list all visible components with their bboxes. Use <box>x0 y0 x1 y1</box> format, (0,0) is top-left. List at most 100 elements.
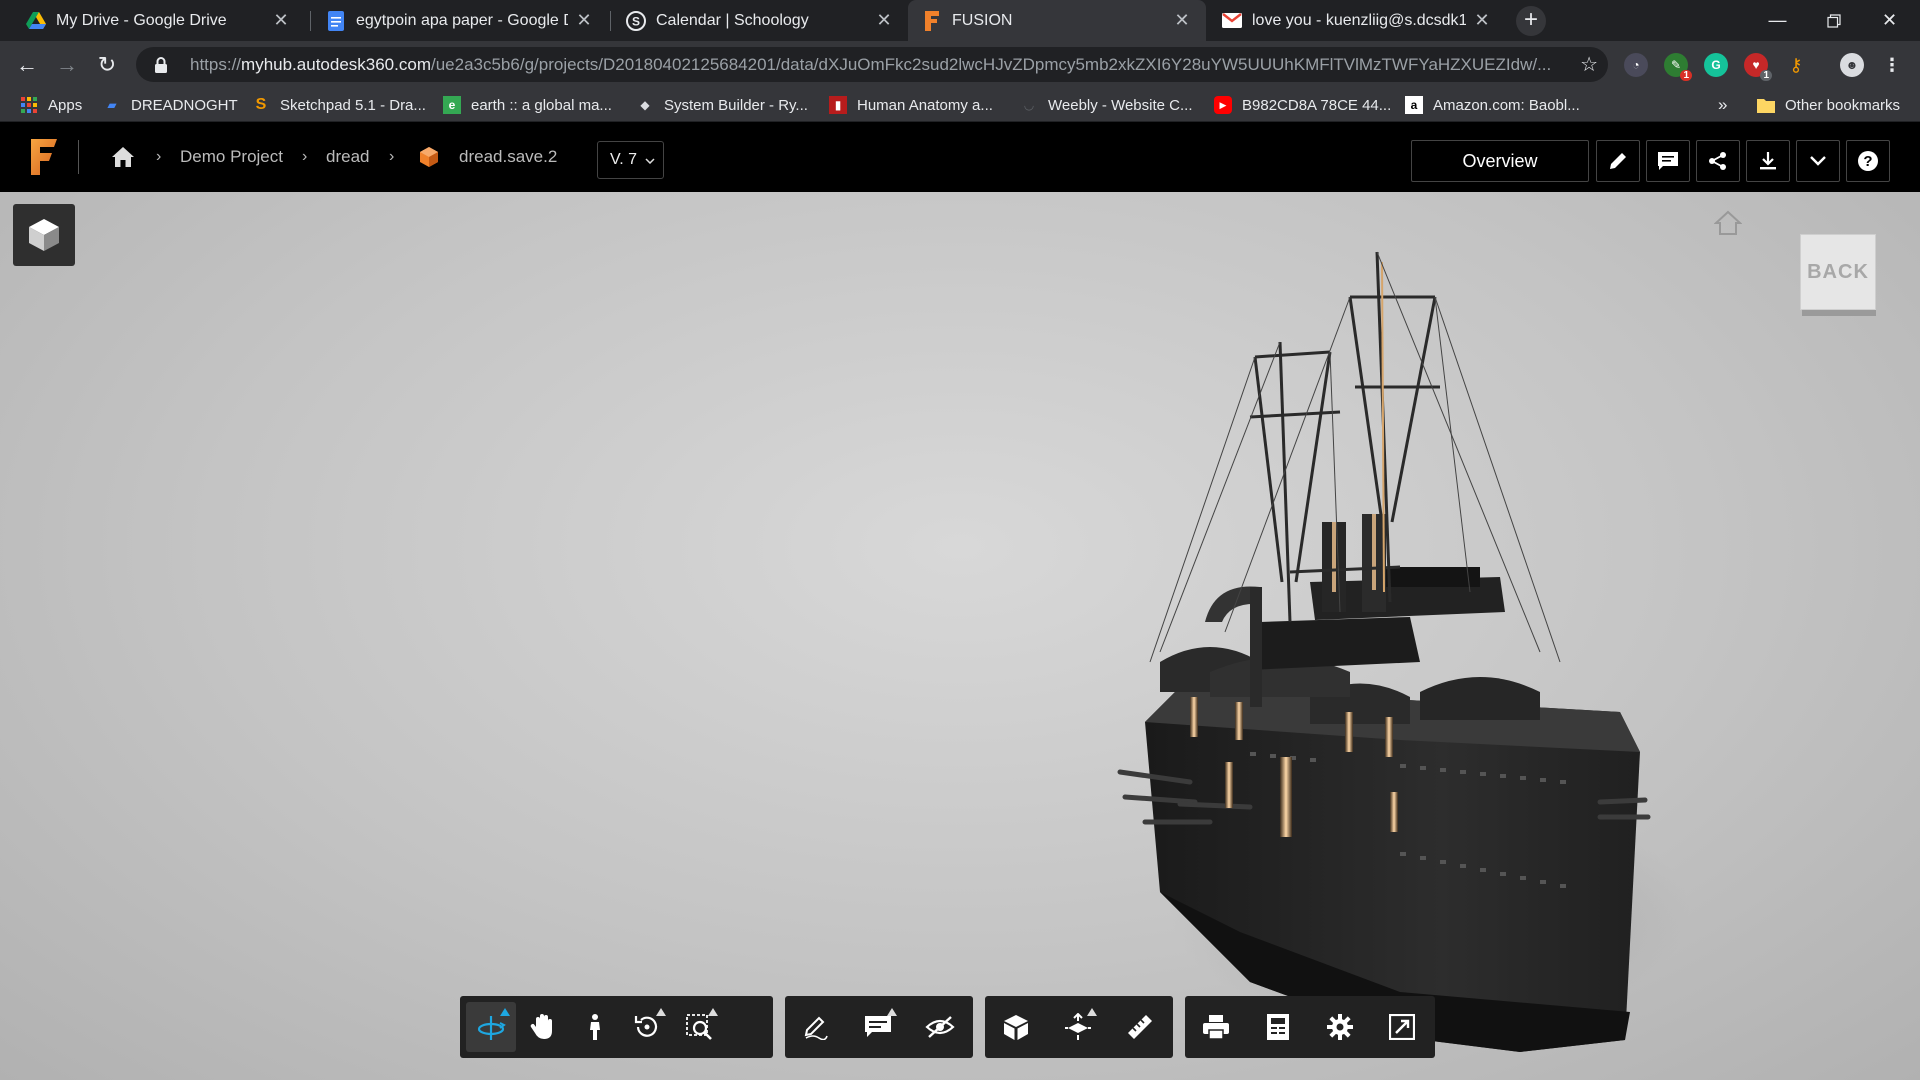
version-dropdown[interactable]: V. 7 <box>597 141 664 179</box>
browser-tab-gmail[interactable]: love you - kuenzliig@s.dcsdk12.o ✕ <box>1208 0 1506 41</box>
extension-icon[interactable]: ◔ <box>1624 53 1648 77</box>
zoom-window-button[interactable] <box>674 1002 724 1052</box>
pan-tool-button[interactable] <box>518 1002 568 1052</box>
close-icon[interactable]: ✕ <box>271 10 291 31</box>
comment-tool-button[interactable] <box>853 1002 903 1052</box>
markup-tool-button[interactable] <box>791 1002 841 1052</box>
explode-icon <box>1065 1013 1091 1040</box>
fusion-logo[interactable] <box>28 139 58 175</box>
explode-model-button[interactable] <box>1053 1002 1103 1052</box>
settings-button[interactable] <box>1315 1002 1365 1052</box>
bookmarks-bar: Apps ▰ DREADNOGHT S Sketchpad 5.1 - Dra.… <box>0 88 1920 122</box>
comment-icon <box>865 1016 891 1037</box>
restore-icon[interactable] <box>1806 0 1861 41</box>
viewcube-home-icon[interactable] <box>1713 210 1743 236</box>
breadcrumb-folder[interactable]: dread <box>326 122 369 192</box>
window-close-icon[interactable]: ✕ <box>1862 0 1917 41</box>
first-person-tool-button[interactable] <box>570 1002 620 1052</box>
comment-icon[interactable] <box>1646 140 1690 182</box>
fit-to-view-button[interactable] <box>622 1002 672 1052</box>
edit-pencil-icon[interactable] <box>1596 140 1640 182</box>
breadcrumb-file[interactable]: dread.save.2 <box>459 122 557 192</box>
schoology-icon: S <box>626 10 646 31</box>
extension-icon[interactable]: 1 ♥ <box>1744 53 1772 81</box>
bookmark-label: System Builder - Ry... <box>664 96 808 114</box>
other-bookmarks[interactable]: Other bookmarks <box>1757 88 1900 122</box>
bookmark-weebly[interactable]: ◡ Weebly - Website C... <box>1020 88 1193 122</box>
bookmark-amazon[interactable]: a Amazon.com: Baobl... <box>1405 88 1580 122</box>
browser-tab-google-drive[interactable]: My Drive - Google Drive ✕ <box>12 0 305 41</box>
bookmark-label: earth :: a global ma... <box>471 96 612 114</box>
design-file-icon <box>419 122 439 192</box>
forward-arrow-icon[interactable]: → <box>51 49 83 81</box>
print-button[interactable] <box>1191 1002 1241 1052</box>
browser-tab-fusion[interactable]: FUSION ✕ <box>908 0 1206 41</box>
close-icon[interactable]: ✕ <box>874 10 894 31</box>
share-icon[interactable] <box>1696 140 1740 182</box>
measure-tool-button[interactable] <box>1115 1002 1165 1052</box>
key-icon[interactable]: ⚷ <box>1784 53 1808 77</box>
gear-icon <box>1327 1014 1353 1040</box>
bookmark-label: Other bookmarks <box>1785 96 1901 114</box>
bookmark-youtube[interactable]: ▶ B982CD8A 78CE 44... <box>1214 88 1391 122</box>
download-icon[interactable] <box>1746 140 1790 182</box>
app-header: › Demo Project › dread › dread.save.2 V.… <box>0 122 1920 192</box>
properties-button[interactable] <box>1253 1002 1303 1052</box>
grammarly-icon[interactable]: G <box>1704 53 1728 77</box>
browser-menu-icon[interactable]: ⋮ <box>1880 53 1904 77</box>
profile-avatar[interactable]: ☻ <box>1840 53 1864 77</box>
browser-tab-schoology[interactable]: S Calendar | Schoology ✕ <box>612 0 908 41</box>
model-browser-cube-icon[interactable] <box>13 204 75 266</box>
bookmark-label: DREADNOGHT <box>131 96 238 114</box>
home-icon[interactable] <box>111 122 135 192</box>
tab-title: love you - kuenzliig@s.dcsdk12.o <box>1252 11 1466 29</box>
viewcube[interactable]: BACK <box>1800 234 1876 316</box>
close-icon[interactable]: ✕ <box>1172 10 1192 31</box>
hand-pan-icon <box>530 1014 552 1039</box>
model-browser-button[interactable] <box>991 1002 1041 1052</box>
bookmark-earth[interactable]: e earth :: a global ma... <box>443 88 612 122</box>
bookmark-dreadnoght[interactable]: ▰ DREADNOGHT <box>103 88 238 122</box>
bookmarks-overflow-chevron[interactable]: » <box>1718 88 1727 122</box>
bookmark-system-builder[interactable]: ◆ System Builder - Ry... <box>636 88 808 122</box>
hide-objects-button[interactable] <box>915 1002 965 1052</box>
fullscreen-button[interactable] <box>1377 1002 1427 1052</box>
tab-title: My Drive - Google Drive <box>56 11 227 29</box>
viewcube-face-back[interactable]: BACK <box>1800 234 1876 310</box>
close-icon[interactable]: ✕ <box>574 10 594 31</box>
chevron-down-icon <box>645 151 655 169</box>
browser-tab-strip: My Drive - Google Drive ✕ egytpoin apa p… <box>0 0 1920 41</box>
bookmark-star-icon[interactable]: ☆ <box>1580 52 1598 77</box>
lock-icon <box>150 54 172 76</box>
svg-text:?: ? <box>1863 153 1872 170</box>
properties-icon <box>1267 1014 1289 1040</box>
model-viewer-canvas[interactable]: BACK <box>0 192 1920 1080</box>
amazon-icon: a <box>1405 96 1423 114</box>
bookmark-sketchpad[interactable]: S Sketchpad 5.1 - Dra... <box>252 88 426 122</box>
back-arrow-icon[interactable]: ← <box>11 49 43 81</box>
orbit-tool-button[interactable] <box>466 1002 516 1052</box>
markup-pencil-icon <box>804 1016 828 1040</box>
google-docs-icon <box>326 10 346 31</box>
close-icon[interactable]: ✕ <box>1472 10 1492 31</box>
tab-title: Calendar | Schoology <box>656 11 809 29</box>
help-icon[interactable]: ? <box>1846 140 1890 182</box>
chevron-down-icon[interactable] <box>1796 140 1840 182</box>
bookmark-apps[interactable]: Apps <box>20 88 82 122</box>
extension-icon[interactable]: 1 ✎ <box>1664 53 1692 81</box>
eye-hidden-icon <box>925 1016 955 1038</box>
bookmark-label: Weebly - Website C... <box>1048 96 1193 114</box>
breadcrumb-project[interactable]: Demo Project <box>180 122 283 192</box>
address-bar[interactable]: https://myhub.autodesk360.com/ue2a3c5b6/… <box>136 47 1608 82</box>
navigation-toolbar-group <box>460 996 773 1058</box>
reload-icon[interactable]: ↻ <box>91 49 123 81</box>
bookmark-label: Human Anatomy a... <box>857 96 993 114</box>
fusion-icon <box>922 10 942 31</box>
overview-button[interactable]: Overview <box>1411 140 1589 182</box>
bookmark-human-anatomy[interactable]: ▮ Human Anatomy a... <box>829 88 993 122</box>
gmail-icon <box>1222 11 1242 31</box>
viewcube-edge <box>1802 310 1876 316</box>
minimize-icon[interactable]: — <box>1750 0 1805 41</box>
browser-tab-google-docs[interactable]: egytpoin apa paper - Google Do ✕ <box>312 0 608 41</box>
new-tab-button[interactable]: + <box>1516 6 1546 36</box>
